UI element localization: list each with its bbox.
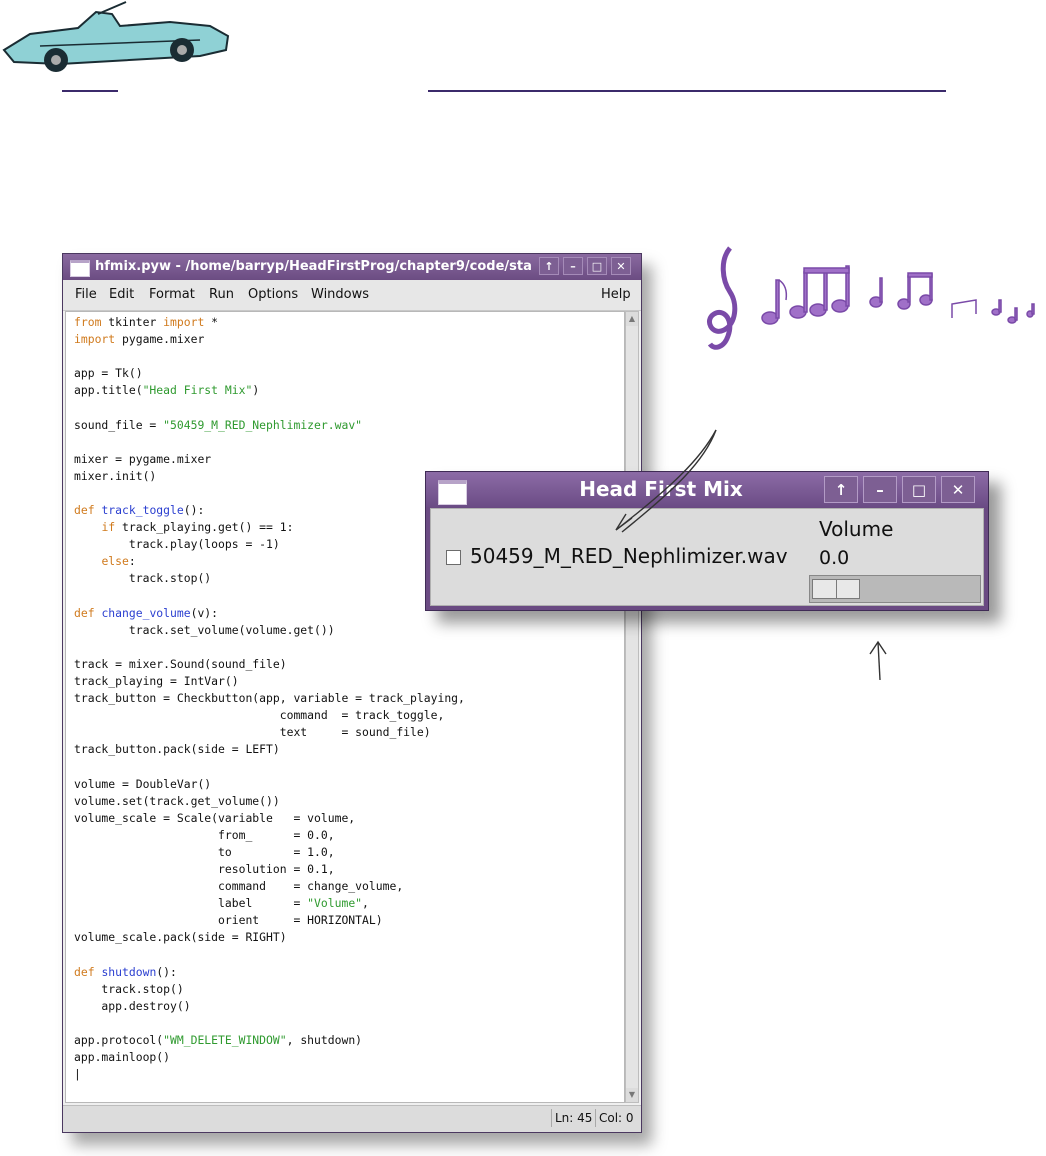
track-checkbox-label[interactable]: 50459_M_RED_Nephlimizer.wav <box>470 544 788 568</box>
editor-titlebar[interactable]: hfmix.pyw - /home/barryp/HeadFirstProg/c… <box>63 254 641 280</box>
menu-options[interactable]: Options <box>248 287 298 302</box>
minimize-button[interactable]: – <box>563 257 583 275</box>
window-icon <box>70 260 90 277</box>
menu-file[interactable]: File <box>75 287 97 302</box>
status-col: Col: 0 <box>595 1109 637 1127</box>
treble-clef-icon <box>707 246 738 350</box>
status-line: Ln: 45 <box>551 1109 595 1127</box>
volume-slider-handle[interactable] <box>812 579 860 599</box>
maximize-button[interactable]: □ <box>902 476 936 503</box>
music-notes-icon <box>707 246 1035 350</box>
header-rule-long <box>428 90 946 92</box>
close-button[interactable]: ✕ <box>611 257 631 275</box>
volume-label: Volume <box>819 517 894 541</box>
status-bar: Ln: 45 Col: 0 <box>63 1105 641 1132</box>
mix-body: 50459_M_RED_Nephlimizer.wav Volume 0.0 <box>430 508 984 606</box>
menu-run[interactable]: Run <box>209 287 234 302</box>
menu-windows[interactable]: Windows <box>311 287 369 302</box>
shade-button[interactable]: ↑ <box>824 476 858 503</box>
menu-help[interactable]: Help <box>601 287 631 302</box>
volume-scale[interactable] <box>809 575 981 603</box>
header-rule-short <box>62 90 118 92</box>
volume-value: 0.0 <box>819 547 850 569</box>
code-editor[interactable]: from tkinter import * import pygame.mixe… <box>65 311 625 1103</box>
vertical-scrollbar[interactable]: ▲ ▼ <box>625 311 639 1103</box>
mix-titlebar[interactable]: Head First Mix ↑ – □ ✕ <box>426 472 988 507</box>
minimize-button[interactable]: – <box>863 476 897 503</box>
editor-title: hfmix.pyw - /home/barryp/HeadFirstProg/c… <box>95 259 532 274</box>
close-button[interactable]: ✕ <box>941 476 975 503</box>
editor-window: hfmix.pyw - /home/barryp/HeadFirstProg/c… <box>62 253 642 1133</box>
menu-bar: File Edit Format Run Options Windows Hel… <box>63 280 641 311</box>
scroll-up-icon[interactable]: ▲ <box>626 312 638 326</box>
shade-button[interactable]: ↑ <box>539 257 559 275</box>
car-illustration <box>2 1 230 72</box>
maximize-button[interactable]: □ <box>587 257 607 275</box>
code-text: from tkinter import * import pygame.mixe… <box>74 315 465 1082</box>
track-checkbox[interactable] <box>446 550 461 565</box>
mix-window: Head First Mix ↑ – □ ✕ 50459_M_RED_Nephl… <box>425 471 989 611</box>
scroll-down-icon[interactable]: ▼ <box>626 1088 638 1102</box>
menu-edit[interactable]: Edit <box>109 287 134 302</box>
menu-format[interactable]: Format <box>149 287 195 302</box>
